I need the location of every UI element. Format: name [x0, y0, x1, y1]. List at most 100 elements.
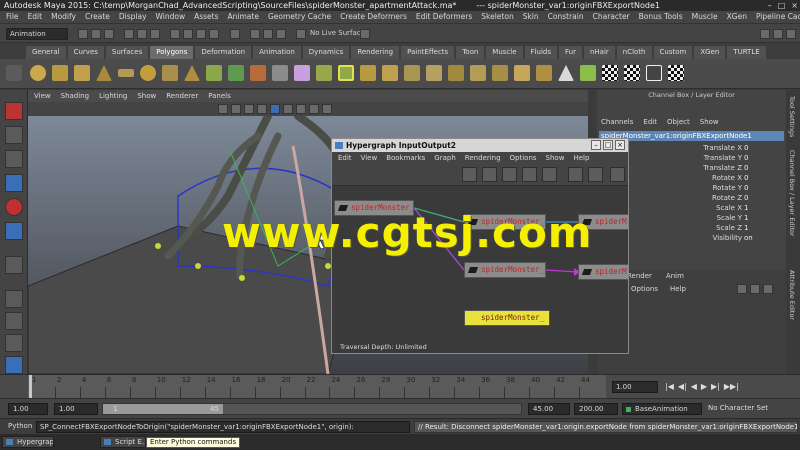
menu-constrain[interactable]: Constrain	[548, 11, 584, 23]
scene-hierarchy-icon[interactable]	[462, 167, 477, 182]
separate-icon[interactable]	[250, 65, 266, 81]
menu-set-dropdown[interactable]: Animation	[6, 28, 68, 40]
render-settings-icon[interactable]	[276, 29, 286, 39]
smooth-icon[interactable]	[294, 65, 310, 81]
menu-skeleton[interactable]: Skeleton	[481, 11, 513, 23]
select-hierarchy-icon[interactable]	[124, 29, 134, 39]
menu-character[interactable]: Character	[593, 11, 630, 23]
attribute-editor-toggle-icon[interactable]	[773, 29, 783, 39]
channel-value[interactable]: on	[744, 233, 753, 243]
close-icon[interactable]: ×	[615, 140, 625, 150]
frame-selection-icon[interactable]	[588, 167, 603, 182]
poly-pipe-icon[interactable]	[206, 65, 222, 81]
new-layer-icon[interactable]	[737, 284, 747, 294]
tool-settings-tab[interactable]: Tool Settings	[788, 96, 796, 137]
layer-options-icon[interactable]	[763, 284, 773, 294]
shelf-tab-custom[interactable]: Custom	[653, 46, 693, 59]
step-forward-icon[interactable]: ▶|	[711, 381, 720, 393]
insert-edge-loop-icon[interactable]	[470, 65, 486, 81]
hypergraph-menu-options[interactable]: Options	[510, 152, 537, 164]
channel-box-toggle-icon[interactable]	[786, 29, 796, 39]
new-layer-selected-icon[interactable]	[750, 284, 760, 294]
start-time-field[interactable]: 1.00	[8, 403, 48, 415]
channel-value[interactable]: 1	[744, 223, 748, 233]
shelf-tab-general[interactable]: General	[26, 46, 66, 59]
wedge-face-icon[interactable]	[536, 65, 552, 81]
scale-tool-icon[interactable]	[5, 222, 23, 240]
hypergraph-menu-show[interactable]: Show	[546, 152, 565, 164]
menu-pipeline-cache[interactable]: Pipeline Cache	[756, 11, 800, 23]
save-scene-icon[interactable]	[104, 29, 114, 39]
attribute-editor-tab[interactable]: Attribute Editor	[788, 270, 796, 320]
poly-cone-icon[interactable]	[96, 65, 112, 81]
channel-value[interactable]: 0	[744, 193, 748, 203]
menu-create-deformers[interactable]: Create Deformers	[340, 11, 407, 23]
graph-node[interactable]: spiderMonster_	[464, 262, 546, 278]
hypergraph-menu-rendering[interactable]: Rendering	[465, 152, 501, 164]
poly-cylinder-icon[interactable]	[74, 65, 90, 81]
menu-geometry-cache[interactable]: Geometry Cache	[268, 11, 331, 23]
camera-select-icon[interactable]	[218, 104, 228, 114]
planar-map-icon[interactable]	[646, 65, 662, 81]
sidebar-toggle-icon[interactable]	[760, 29, 770, 39]
go-to-start-icon[interactable]: |◀	[665, 381, 674, 393]
shelf-tab-painteffects[interactable]: PaintEffects	[401, 46, 455, 59]
sculpt-icon[interactable]	[580, 65, 596, 81]
anim-layer-field[interactable]: BaseAnimation	[622, 403, 702, 415]
hypergraph-menu-view[interactable]: View	[361, 152, 378, 164]
channel-menu-show[interactable]: Show	[700, 116, 719, 128]
channel-menu-channels[interactable]: Channels	[601, 116, 633, 128]
menu-file[interactable]: File	[6, 11, 19, 23]
menu-xgen[interactable]: XGen	[727, 11, 747, 23]
shelf-tab-surfaces[interactable]: Surfaces	[105, 46, 149, 59]
shelf-tab-fur[interactable]: Fur	[558, 46, 582, 59]
channel-value[interactable]: 0	[744, 163, 748, 173]
shelf-tab-curves[interactable]: Curves	[67, 46, 104, 59]
render-icon[interactable]	[250, 29, 260, 39]
select-component-icon[interactable]	[150, 29, 160, 39]
close-icon[interactable]: ×	[791, 0, 798, 11]
menu-skin[interactable]: Skin	[523, 11, 539, 23]
channel-menu-edit[interactable]: Edit	[643, 116, 657, 128]
shelf-tab-ncloth[interactable]: nCloth	[616, 46, 652, 59]
shelf-tab-polygons[interactable]: Polygons	[150, 46, 194, 59]
boolean-icon[interactable]	[316, 65, 332, 81]
shelf-tab-dynamics[interactable]: Dynamics	[302, 46, 350, 59]
shelf-menu-icon[interactable]	[6, 65, 22, 81]
step-back-icon[interactable]: ◀|	[678, 381, 687, 393]
shelf-tab-fluids[interactable]: Fluids	[524, 46, 557, 59]
grid-toggle-icon[interactable]	[270, 104, 280, 114]
input-connections-icon[interactable]	[502, 167, 517, 182]
viewport-menu-shading[interactable]: Shading	[61, 90, 89, 102]
live-surface-icon[interactable]	[296, 29, 306, 39]
manipulator-tool-icon[interactable]	[5, 256, 23, 274]
command-language[interactable]: Python	[8, 422, 32, 430]
history-icon[interactable]	[230, 29, 240, 39]
menu-muscle[interactable]: Muscle	[692, 11, 718, 23]
bevel-icon[interactable]	[382, 65, 398, 81]
menu-assets[interactable]: Assets	[194, 11, 218, 23]
select-tool-icon[interactable]	[5, 102, 23, 120]
channel-menu-object[interactable]: Object	[667, 116, 690, 128]
paint-select-tool-icon[interactable]	[5, 150, 23, 168]
layer-menu-options[interactable]: Options	[631, 284, 658, 294]
hypergraph-menu-help[interactable]: Help	[573, 152, 589, 164]
script-editor-task[interactable]: Script E...	[100, 436, 146, 448]
timeline-ruler[interactable]: 1 2 4 6 8 10 12 14 16 18 20 22 24 26 28 30 32 34 36 38 40 42 4…	[28, 375, 606, 399]
current-frame-field[interactable]: 1.00	[612, 381, 658, 393]
hypergraph-menu-graph[interactable]: Graph	[434, 152, 455, 164]
menu-display[interactable]: Display	[119, 11, 147, 23]
bookmark-icon[interactable]	[244, 104, 254, 114]
minimize-icon[interactable]: –	[591, 140, 601, 150]
hypergraph-options-icon[interactable]	[610, 167, 625, 182]
lasso-tool-icon[interactable]	[5, 126, 23, 144]
playback-end-field[interactable]: 45.00	[528, 403, 570, 415]
shelf-tab-animation[interactable]: Animation	[253, 46, 301, 59]
fill-hole-icon[interactable]	[426, 65, 442, 81]
range-handle[interactable]: 1 45	[103, 404, 223, 414]
viewport-menu-view[interactable]: View	[34, 90, 51, 102]
channel-value[interactable]: 0	[744, 143, 748, 153]
menu-animate[interactable]: Animate	[228, 11, 259, 23]
move-tool-icon[interactable]	[5, 174, 23, 192]
graph-node[interactable]: spiderM	[578, 264, 628, 280]
